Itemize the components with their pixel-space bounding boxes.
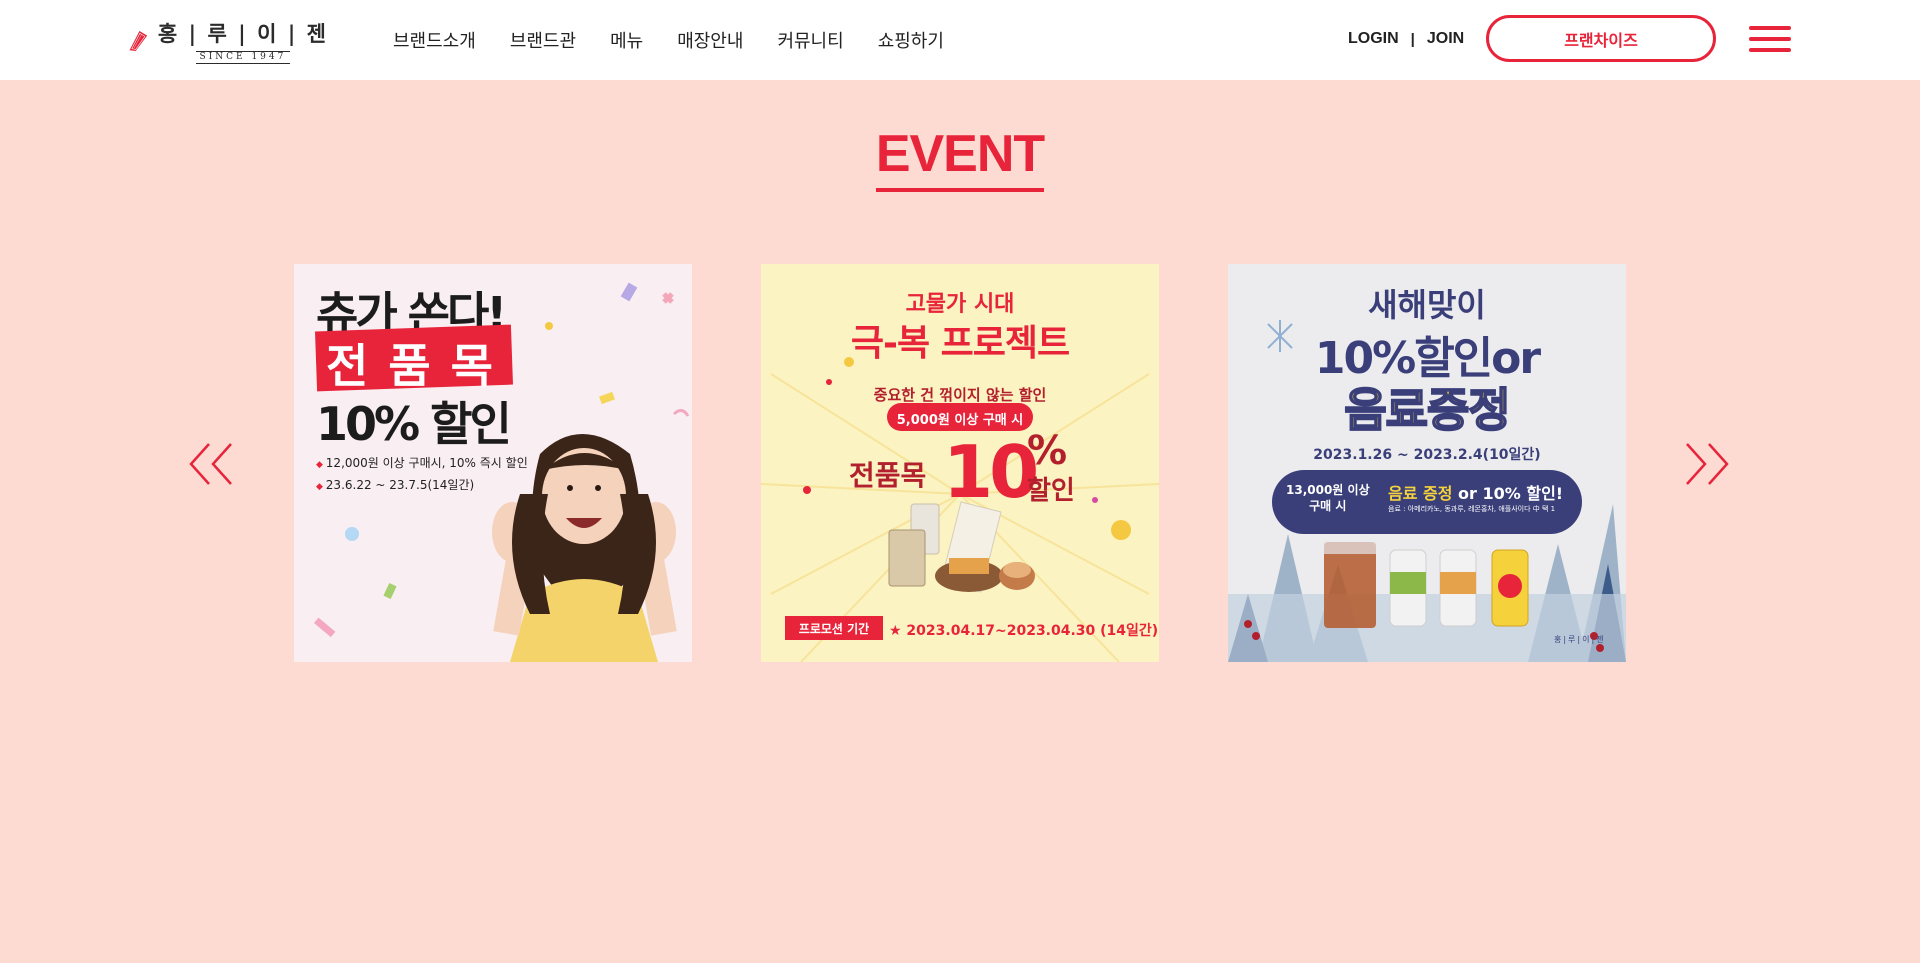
event-title: EVENT (875, 126, 1045, 192)
nav-item-brand-hall[interactable]: 브랜드관 (510, 27, 576, 53)
drinks-illustration (1324, 542, 1529, 628)
card3-offer: 음료 증정 or 10% 할인! (1388, 480, 1563, 504)
model-illustration (492, 434, 677, 662)
card1-detail-period: 23.6.22 ~ 23.7.5(14일간) (316, 476, 474, 493)
card2-all-items: 전품목 (849, 459, 927, 492)
card3-offer-rest: or 10% 할인! (1452, 484, 1564, 503)
link-separator: | (1410, 30, 1415, 48)
card3-period: 2023.1.26 ~ 2023.2.4(10일간) (1313, 447, 1541, 463)
logo-since: SINCE 1947 (195, 51, 291, 64)
card1-highlight: 전 품 목 (326, 339, 495, 393)
card3-note: 음료 : 아메리카노, 동과루, 레몬홍차, 애플사이다 中 택 1 (1388, 505, 1556, 513)
login-link[interactable]: LOGIN (1348, 30, 1399, 48)
card2-percent: % (1027, 428, 1068, 474)
nav-item-shopping[interactable]: 쇼핑하기 (878, 27, 944, 53)
nav-item-stores[interactable]: 매장안내 (677, 27, 743, 53)
card2-condition: 5,000원 이상 구매 시 (896, 413, 1024, 428)
site-header: 홍 | 루 | 이 | 젠 SINCE 1947 브랜드소개 브랜드관 메뉴 매… (0, 0, 1920, 80)
event-card-newyear[interactable]: 새해맞이 10%할인or 음료증정 2023.1.26 ~ 2023.2.4(1… (1228, 264, 1626, 662)
join-link[interactable]: JOIN (1427, 30, 1464, 48)
double-chevron-left-icon[interactable] (187, 440, 237, 488)
card3-offer-highlight: 음료 증정 (1388, 484, 1453, 503)
event-card-inflation[interactable]: 고물가 시대 극-복 프로젝트 중요한 건 꺾이지 않는 할인 5,000원 이… (761, 264, 1159, 662)
product-illustration (888, 501, 1035, 593)
logo[interactable]: 홍 | 루 | 이 | 젠 SINCE 1947 (128, 12, 328, 70)
nav-item-brand-intro[interactable]: 브랜드소개 (393, 27, 476, 53)
hamburger-menu-icon[interactable] (1749, 26, 1791, 52)
card3-drink-title: 음료증정 (1343, 382, 1511, 438)
event-card-chuu[interactable]: 츄가 쏜다! 전 품 목 10% 할인 12,000원 이상 구매시, 10% … (294, 264, 692, 662)
nav-item-community[interactable]: 커뮤니티 (777, 27, 843, 53)
card3-condition: 13,000원 이상 구매 시 (1286, 483, 1370, 513)
nav-item-menu[interactable]: 메뉴 (610, 27, 643, 53)
franchise-button[interactable]: 프랜차이즈 (1486, 15, 1716, 62)
card3-brand: 홍|루|이|젠 (1554, 635, 1606, 644)
card3-headline: 새해맞이 (1368, 286, 1486, 324)
user-links: LOGIN | JOIN (1348, 0, 1464, 78)
card2-period-label: 프로모션 기간 (798, 622, 870, 636)
card2-project: 극-복 프로젝트 (850, 323, 1070, 364)
event-title-wrap: EVENT (0, 126, 1920, 192)
logo-text: 홍 | 루 | 이 | 젠 SINCE 1947 (158, 18, 328, 64)
logo-name: 홍 | 루 | 이 | 젠 (157, 21, 328, 46)
card2-period: ★ 2023.04.17~2023.04.30 (14일간) ★ (889, 623, 1159, 639)
sandwich-logo-icon (129, 31, 148, 51)
double-chevron-right-icon[interactable] (1681, 440, 1731, 488)
main-nav: 브랜드소개 브랜드관 메뉴 매장안내 커뮤니티 쇼핑하기 (393, 0, 944, 80)
card2-subtitle: 중요한 건 꺾이지 않는 할인 (873, 386, 1047, 404)
